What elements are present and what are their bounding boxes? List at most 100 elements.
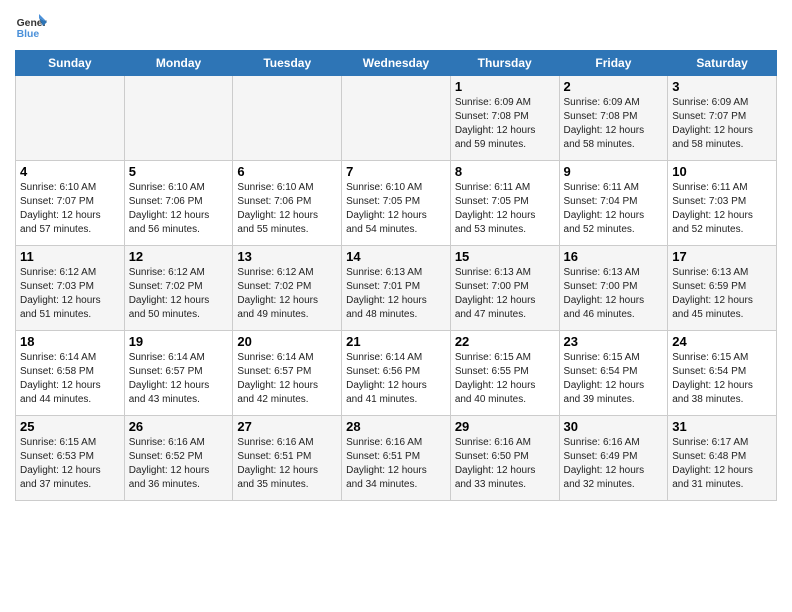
day-info: Sunrise: 6:15 AM Sunset: 6:54 PM Dayligh… — [564, 351, 664, 407]
svg-text:Blue: Blue — [17, 29, 40, 40]
calendar-cell: 9 Sunrise: 6:11 AM Sunset: 7:04 PM Daylig… — [559, 161, 668, 246]
calendar-cell: 13 Sunrise: 6:12 AM Sunset: 7:02 PM Dayli… — [233, 246, 342, 331]
header-day-friday: Friday — [559, 51, 668, 76]
day-info: Sunrise: 6:09 AM Sunset: 7:08 PM Dayligh… — [455, 96, 555, 152]
day-number: 5 — [129, 164, 229, 179]
calendar-cell: 25Sunrise: 6:15 AM Sunset: 6:53 PM Dayli… — [16, 416, 125, 501]
day-info: Sunrise: 6:16 AM Sunset: 6:51 PM Dayligh… — [346, 436, 446, 492]
day-number: 13 — [237, 249, 337, 264]
week-row-1: 1 Sunrise: 6:09 AM Sunset: 7:08 PM Daylig… — [16, 76, 777, 161]
day-number: 2 — [564, 79, 664, 94]
header-day-saturday: Saturday — [668, 51, 777, 76]
calendar-table: SundayMondayTuesdayWednesdayThursdayFrid… — [15, 50, 777, 501]
calendar-cell: 27 Sunrise: 6:16 AM Sunset: 6:51 PM Dayli… — [233, 416, 342, 501]
week-row-4: 18 Sunrise: 6:14 AM Sunset: 6:58 PM Dayli… — [16, 331, 777, 416]
day-info: Sunrise: 6:13 AM Sunset: 7:00 PM Dayligh… — [564, 266, 664, 322]
calendar-cell: 1 Sunrise: 6:09 AM Sunset: 7:08 PM Daylig… — [450, 76, 559, 161]
calendar-cell: 11Sunrise: 6:12 AM Sunset: 7:03 PM Dayli… — [16, 246, 125, 331]
calendar-cell: 4 Sunrise: 6:10 AM Sunset: 7:07 PM Daylig… — [16, 161, 125, 246]
logo-icon: General Blue — [15, 10, 47, 42]
day-number: 30 — [564, 419, 664, 434]
calendar-cell: 10 Sunrise: 6:11 AM Sunset: 7:03 PM Dayli… — [668, 161, 777, 246]
calendar-cell: 22Sunrise: 6:15 AM Sunset: 6:55 PM Dayli… — [450, 331, 559, 416]
week-row-2: 4 Sunrise: 6:10 AM Sunset: 7:07 PM Daylig… — [16, 161, 777, 246]
day-info: Sunrise: 6:12 AM Sunset: 7:02 PM Dayligh… — [129, 266, 229, 322]
day-info: Sunrise: 6:16 AM Sunset: 6:49 PM Dayligh… — [564, 436, 664, 492]
day-number: 27 — [237, 419, 337, 434]
day-number: 31 — [672, 419, 772, 434]
day-number: 7 — [346, 164, 446, 179]
day-number: 18 — [20, 334, 120, 349]
day-number: 29 — [455, 419, 555, 434]
day-number: 16 — [564, 249, 664, 264]
day-number: 28 — [346, 419, 446, 434]
day-number: 11 — [20, 249, 120, 264]
calendar-cell: 8 Sunrise: 6:11 AM Sunset: 7:05 PM Daylig… — [450, 161, 559, 246]
day-number: 23 — [564, 334, 664, 349]
calendar-cell: 5 Sunrise: 6:10 AM Sunset: 7:06 PM Daylig… — [124, 161, 233, 246]
day-info: Sunrise: 6:15 AM Sunset: 6:55 PM Dayligh… — [455, 351, 555, 407]
calendar-cell: 18 Sunrise: 6:14 AM Sunset: 6:58 PM Dayli… — [16, 331, 125, 416]
calendar-header: SundayMondayTuesdayWednesdayThursdayFrid… — [16, 51, 777, 76]
day-info: Sunrise: 6:16 AM Sunset: 6:51 PM Dayligh… — [237, 436, 337, 492]
day-number: 6 — [237, 164, 337, 179]
calendar-cell — [233, 76, 342, 161]
day-info: Sunrise: 6:09 AM Sunset: 7:08 PM Dayligh… — [564, 96, 664, 152]
calendar-cell: 7 Sunrise: 6:10 AM Sunset: 7:05 PM Daylig… — [342, 161, 451, 246]
day-info: Sunrise: 6:12 AM Sunset: 7:02 PM Dayligh… — [237, 266, 337, 322]
calendar-cell: 21 Sunrise: 6:14 AM Sunset: 6:56 PM Dayli… — [342, 331, 451, 416]
calendar-cell — [16, 76, 125, 161]
day-info: Sunrise: 6:10 AM Sunset: 7:05 PM Dayligh… — [346, 181, 446, 237]
week-row-5: 25Sunrise: 6:15 AM Sunset: 6:53 PM Dayli… — [16, 416, 777, 501]
calendar-cell: 28 Sunrise: 6:16 AM Sunset: 6:51 PM Dayli… — [342, 416, 451, 501]
calendar-cell: 24Sunrise: 6:15 AM Sunset: 6:54 PM Dayli… — [668, 331, 777, 416]
calendar-cell: 6Sunrise: 6:10 AM Sunset: 7:06 PM Daylig… — [233, 161, 342, 246]
day-number: 9 — [564, 164, 664, 179]
day-info: Sunrise: 6:14 AM Sunset: 6:58 PM Dayligh… — [20, 351, 120, 407]
day-number: 26 — [129, 419, 229, 434]
header-row: SundayMondayTuesdayWednesdayThursdayFrid… — [16, 51, 777, 76]
calendar-cell: 14 Sunrise: 6:13 AM Sunset: 7:01 PM Dayli… — [342, 246, 451, 331]
day-number: 12 — [129, 249, 229, 264]
day-number: 14 — [346, 249, 446, 264]
header-day-tuesday: Tuesday — [233, 51, 342, 76]
day-number: 17 — [672, 249, 772, 264]
calendar-cell: 2 Sunrise: 6:09 AM Sunset: 7:08 PM Daylig… — [559, 76, 668, 161]
day-number: 20 — [237, 334, 337, 349]
calendar-body: 1 Sunrise: 6:09 AM Sunset: 7:08 PM Daylig… — [16, 76, 777, 501]
calendar-cell: 17 Sunrise: 6:13 AM Sunset: 6:59 PM Dayli… — [668, 246, 777, 331]
calendar-cell: 31Sunrise: 6:17 AM Sunset: 6:48 PM Dayli… — [668, 416, 777, 501]
header-day-wednesday: Wednesday — [342, 51, 451, 76]
day-info: Sunrise: 6:14 AM Sunset: 6:56 PM Dayligh… — [346, 351, 446, 407]
day-number: 1 — [455, 79, 555, 94]
calendar-cell: 26Sunrise: 6:16 AM Sunset: 6:52 PM Dayli… — [124, 416, 233, 501]
day-number: 10 — [672, 164, 772, 179]
header-day-sunday: Sunday — [16, 51, 125, 76]
day-info: Sunrise: 6:11 AM Sunset: 7:04 PM Dayligh… — [564, 181, 664, 237]
calendar-cell: 3Sunrise: 6:09 AM Sunset: 7:07 PM Daylig… — [668, 76, 777, 161]
calendar-cell: 20 Sunrise: 6:14 AM Sunset: 6:57 PM Dayli… — [233, 331, 342, 416]
day-number: 3 — [672, 79, 772, 94]
page-header: General Blue — [15, 10, 777, 42]
calendar-cell: 23 Sunrise: 6:15 AM Sunset: 6:54 PM Dayli… — [559, 331, 668, 416]
day-info: Sunrise: 6:14 AM Sunset: 6:57 PM Dayligh… — [237, 351, 337, 407]
day-info: Sunrise: 6:15 AM Sunset: 6:54 PM Dayligh… — [672, 351, 772, 407]
day-info: Sunrise: 6:16 AM Sunset: 6:50 PM Dayligh… — [455, 436, 555, 492]
day-info: Sunrise: 6:10 AM Sunset: 7:07 PM Dayligh… — [20, 181, 120, 237]
day-info: Sunrise: 6:13 AM Sunset: 7:01 PM Dayligh… — [346, 266, 446, 322]
calendar-cell: 29 Sunrise: 6:16 AM Sunset: 6:50 PM Dayli… — [450, 416, 559, 501]
day-info: Sunrise: 6:11 AM Sunset: 7:05 PM Dayligh… — [455, 181, 555, 237]
calendar-cell: 15Sunrise: 6:13 AM Sunset: 7:00 PM Dayli… — [450, 246, 559, 331]
header-day-monday: Monday — [124, 51, 233, 76]
calendar-cell: 19Sunrise: 6:14 AM Sunset: 6:57 PM Dayli… — [124, 331, 233, 416]
day-number: 8 — [455, 164, 555, 179]
week-row-3: 11Sunrise: 6:12 AM Sunset: 7:03 PM Dayli… — [16, 246, 777, 331]
day-number: 4 — [20, 164, 120, 179]
calendar-cell: 30 Sunrise: 6:16 AM Sunset: 6:49 PM Dayli… — [559, 416, 668, 501]
day-info: Sunrise: 6:11 AM Sunset: 7:03 PM Dayligh… — [672, 181, 772, 237]
day-info: Sunrise: 6:10 AM Sunset: 7:06 PM Dayligh… — [129, 181, 229, 237]
day-number: 19 — [129, 334, 229, 349]
day-number: 21 — [346, 334, 446, 349]
day-info: Sunrise: 6:13 AM Sunset: 6:59 PM Dayligh… — [672, 266, 772, 322]
day-number: 15 — [455, 249, 555, 264]
